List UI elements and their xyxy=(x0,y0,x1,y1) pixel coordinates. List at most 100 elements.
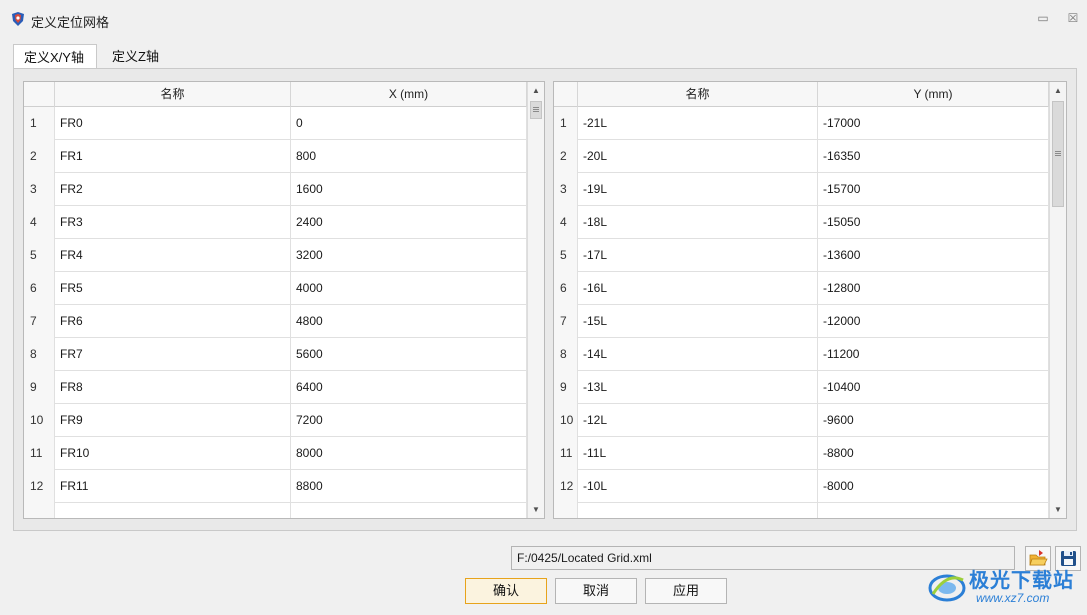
x-scroll-thumb[interactable] xyxy=(530,101,542,119)
cancel-button[interactable]: 取消 xyxy=(555,578,637,604)
y-cell-name[interactable]: -21L xyxy=(578,107,818,140)
x-cell-name[interactable]: FR6 xyxy=(55,305,291,338)
scroll-down-arrow-icon[interactable]: ▼ xyxy=(528,501,544,518)
tab-define-xy-axis[interactable]: 定义X/Y轴 xyxy=(13,44,97,70)
x-table-row[interactable]: 11 FR10 8000 xyxy=(24,437,527,470)
y-cell-name[interactable] xyxy=(578,503,818,518)
x-table-row[interactable]: 7 FR6 4800 xyxy=(24,305,527,338)
y-cell-name[interactable]: -19L xyxy=(578,173,818,206)
y-cell-name[interactable]: -11L xyxy=(578,437,818,470)
x-cell-name[interactable]: FR3 xyxy=(55,206,291,239)
y-cell-name[interactable]: -20L xyxy=(578,140,818,173)
y-cell-name[interactable]: -10L xyxy=(578,470,818,503)
y-table-row[interactable]: 5 -17L -13600 xyxy=(554,239,1049,272)
x-cell-value[interactable]: 4000 xyxy=(291,272,527,305)
y-table-row[interactable]: 2 -20L -16350 xyxy=(554,140,1049,173)
y-cell-value[interactable]: -15700 xyxy=(818,173,1049,206)
apply-button[interactable]: 应用 xyxy=(645,578,727,604)
close-window-icon[interactable]: ☒ xyxy=(1064,10,1082,26)
x-cell-name[interactable] xyxy=(55,503,291,518)
x-cell-name[interactable]: FR0 xyxy=(55,107,291,140)
x-cell-name[interactable]: FR9 xyxy=(55,404,291,437)
x-cell-name[interactable]: FR2 xyxy=(55,173,291,206)
y-cell-value[interactable]: -16350 xyxy=(818,140,1049,173)
y-table-row[interactable] xyxy=(554,503,1049,518)
y-table-row[interactable]: 4 -18L -15050 xyxy=(554,206,1049,239)
y-cell-value[interactable]: -17000 xyxy=(818,107,1049,140)
x-table-row[interactable]: 6 FR5 4000 xyxy=(24,272,527,305)
y-table-row[interactable]: 12 -10L -8000 xyxy=(554,470,1049,503)
y-cell-name[interactable]: -13L xyxy=(578,371,818,404)
restore-window-icon[interactable]: ▭ xyxy=(1034,10,1052,26)
window-title: 定义定位网格 xyxy=(31,15,110,30)
y-cell-value[interactable]: -12000 xyxy=(818,305,1049,338)
y-table-row[interactable]: 11 -11L -8800 xyxy=(554,437,1049,470)
y-table-row[interactable]: 7 -15L -12000 xyxy=(554,305,1049,338)
x-axis-grid[interactable]: 名称 X (mm) 1 FR0 0 2 FR1 800 3 FR2 1600 4 FR3 2400 5 F… xyxy=(23,81,545,519)
x-table-row[interactable]: 5 FR4 3200 xyxy=(24,239,527,272)
x-cell-value[interactable]: 8800 xyxy=(291,470,527,503)
x-table-row[interactable]: 12 FR11 8800 xyxy=(24,470,527,503)
y-cell-value[interactable]: -10400 xyxy=(818,371,1049,404)
y-cell-value[interactable]: -8000 xyxy=(818,470,1049,503)
tab-define-z-axis[interactable]: 定义Z轴 xyxy=(102,44,174,69)
y-header-name[interactable]: 名称 xyxy=(578,82,818,107)
x-cell-value[interactable]: 1600 xyxy=(291,173,527,206)
x-cell-value[interactable]: 0 xyxy=(291,107,527,140)
y-table-row[interactable]: 6 -16L -12800 xyxy=(554,272,1049,305)
y-table-row[interactable]: 1 -21L -17000 xyxy=(554,107,1049,140)
y-axis-grid[interactable]: 名称 Y (mm) 1 -21L -17000 2 -20L -16350 3 -19L -15… xyxy=(553,81,1067,519)
y-cell-value[interactable]: -12800 xyxy=(818,272,1049,305)
x-table-row[interactable] xyxy=(24,503,527,518)
y-scroll-thumb[interactable] xyxy=(1052,101,1064,207)
x-cell-value[interactable]: 8000 xyxy=(291,437,527,470)
x-table-row[interactable]: 1 FR0 0 xyxy=(24,107,527,140)
y-table-row[interactable]: 3 -19L -15700 xyxy=(554,173,1049,206)
y-cell-name[interactable]: -18L xyxy=(578,206,818,239)
x-cell-value[interactable]: 4800 xyxy=(291,305,527,338)
x-cell-value[interactable]: 6400 xyxy=(291,371,527,404)
x-cell-value[interactable]: 800 xyxy=(291,140,527,173)
x-header-value[interactable]: X (mm) xyxy=(291,82,527,107)
y-cell-name[interactable]: -14L xyxy=(578,338,818,371)
x-header-name[interactable]: 名称 xyxy=(55,82,291,107)
confirm-button[interactable]: 确认 xyxy=(465,578,547,604)
x-cell-value[interactable]: 2400 xyxy=(291,206,527,239)
y-cell-name[interactable]: -15L xyxy=(578,305,818,338)
x-cell-value[interactable]: 5600 xyxy=(291,338,527,371)
y-cell-name[interactable]: -17L xyxy=(578,239,818,272)
x-cell-name[interactable]: FR4 xyxy=(55,239,291,272)
scroll-up-arrow-icon[interactable]: ▲ xyxy=(528,82,544,99)
y-cell-name[interactable]: -12L xyxy=(578,404,818,437)
y-grid-scrollbar[interactable]: ▲ ▼ xyxy=(1049,82,1066,518)
x-cell-name[interactable]: FR5 xyxy=(55,272,291,305)
y-table-row[interactable]: 10 -12L -9600 xyxy=(554,404,1049,437)
scroll-up-arrow-icon[interactable]: ▲ xyxy=(1050,82,1066,99)
y-cell-value[interactable]: -8800 xyxy=(818,437,1049,470)
scroll-down-arrow-icon[interactable]: ▼ xyxy=(1050,501,1066,518)
x-cell-name[interactable]: FR7 xyxy=(55,338,291,371)
x-table-row[interactable]: 2 FR1 800 xyxy=(24,140,527,173)
y-cell-value[interactable] xyxy=(818,503,1049,518)
x-cell-value[interactable]: 7200 xyxy=(291,404,527,437)
x-cell-name[interactable]: FR1 xyxy=(55,140,291,173)
x-table-row[interactable]: 10 FR9 7200 xyxy=(24,404,527,437)
y-header-value[interactable]: Y (mm) xyxy=(818,82,1049,107)
x-table-row[interactable]: 8 FR7 5600 xyxy=(24,338,527,371)
y-cell-name[interactable]: -16L xyxy=(578,272,818,305)
y-cell-value[interactable]: -9600 xyxy=(818,404,1049,437)
y-cell-value[interactable]: -11200 xyxy=(818,338,1049,371)
y-table-row[interactable]: 9 -13L -10400 xyxy=(554,371,1049,404)
y-cell-value[interactable]: -15050 xyxy=(818,206,1049,239)
x-cell-name[interactable]: FR11 xyxy=(55,470,291,503)
x-table-row[interactable]: 4 FR3 2400 xyxy=(24,206,527,239)
x-cell-value[interactable] xyxy=(291,503,527,518)
x-cell-name[interactable]: FR8 xyxy=(55,371,291,404)
x-grid-scrollbar[interactable]: ▲ ▼ xyxy=(527,82,544,518)
y-cell-value[interactable]: -13600 xyxy=(818,239,1049,272)
x-cell-value[interactable]: 3200 xyxy=(291,239,527,272)
y-table-row[interactable]: 8 -14L -11200 xyxy=(554,338,1049,371)
x-table-row[interactable]: 9 FR8 6400 xyxy=(24,371,527,404)
x-table-row[interactable]: 3 FR2 1600 xyxy=(24,173,527,206)
x-cell-name[interactable]: FR10 xyxy=(55,437,291,470)
